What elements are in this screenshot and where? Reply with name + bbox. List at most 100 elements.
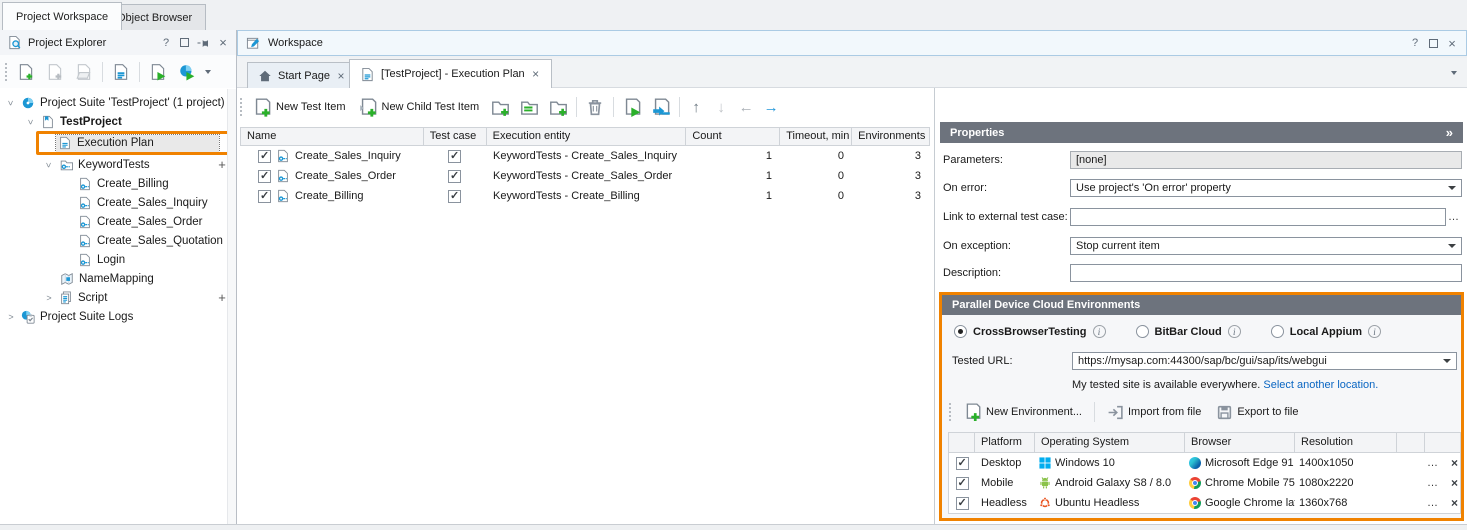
- chevron-down-icon[interactable]: [26, 117, 36, 127]
- move-up-button[interactable]: ↑: [687, 99, 705, 116]
- move-right-button[interactable]: →: [762, 99, 780, 116]
- environment-checkbox[interactable]: [956, 457, 969, 470]
- maximize-icon[interactable]: [180, 38, 189, 47]
- close-icon[interactable]: [1446, 36, 1458, 51]
- test-case-checkbox[interactable]: [448, 150, 461, 163]
- column-header-count[interactable]: Count: [686, 128, 780, 145]
- toolbar-grip[interactable]: [949, 403, 952, 421]
- help-icon[interactable]: [160, 37, 172, 49]
- radio-local-appium[interactable]: Local Appium: [1271, 325, 1381, 338]
- column-header-operating-system[interactable]: Operating System: [1035, 433, 1185, 452]
- maximize-icon[interactable]: [1429, 39, 1438, 48]
- column-header-platform[interactable]: Platform: [975, 433, 1035, 452]
- radio-icon[interactable]: [954, 325, 967, 338]
- table-row[interactable]: Create_Sales_Inquiry KeywordTests - Crea…: [240, 146, 930, 166]
- chevron-right-icon[interactable]: [44, 293, 54, 303]
- toolbar-grip[interactable]: [240, 98, 243, 116]
- run-options-caret-icon[interactable]: [205, 70, 211, 74]
- info-icon[interactable]: [1228, 325, 1241, 338]
- import-from-file-button[interactable]: Import from file: [1104, 402, 1204, 423]
- radio-crossbrowsertesting[interactable]: CrossBrowserTesting: [954, 325, 1106, 338]
- new-group-button[interactable]: [489, 96, 511, 118]
- new-group-from-selected-button[interactable]: [547, 96, 569, 118]
- parameters-field[interactable]: [none]: [1070, 151, 1462, 169]
- row-menu-button[interactable]: [1427, 477, 1439, 489]
- row-checkbox[interactable]: [258, 150, 271, 163]
- collapse-panel-icon[interactable]: [1446, 125, 1453, 140]
- column-header-execution-entity[interactable]: Execution entity: [487, 128, 687, 145]
- on-exception-dropdown[interactable]: Stop current item: [1070, 237, 1462, 255]
- panel-splitter[interactable]: [934, 88, 935, 524]
- new-environment-button[interactable]: New Environment...: [961, 401, 1085, 423]
- tree-item-execution-plan[interactable]: Execution Plan: [0, 131, 236, 155]
- test-case-checkbox[interactable]: [448, 190, 461, 203]
- new-child-test-item-button[interactable]: New Child Test Item: [356, 96, 483, 119]
- row-checkbox[interactable]: [258, 190, 271, 203]
- add-existing-item-button-disabled[interactable]: [73, 61, 95, 83]
- tested-url-combobox[interactable]: https://mysap.com:44300/sap/bc/gui/sap/i…: [1072, 352, 1457, 370]
- select-location-link[interactable]: Select another location.: [1263, 379, 1378, 391]
- radio-bitbar-cloud[interactable]: BitBar Cloud: [1136, 325, 1241, 338]
- column-header-name[interactable]: Name: [241, 128, 424, 145]
- tab-list-caret-icon[interactable]: [1451, 71, 1457, 75]
- column-header-timeout[interactable]: Timeout, min: [780, 128, 852, 145]
- tree-item-testproject[interactable]: TestProject: [0, 112, 236, 131]
- on-error-dropdown[interactable]: Use project's 'On error' property: [1070, 179, 1462, 197]
- run-project-suite-button[interactable]: [176, 61, 198, 83]
- tab-project-workspace[interactable]: Project Workspace: [2, 2, 122, 30]
- export-to-file-button[interactable]: Export to file: [1213, 402, 1301, 423]
- tab-execution-plan-document[interactable]: [TestProject] - Execution Plan: [349, 59, 552, 88]
- add-tests-button[interactable]: [518, 96, 540, 118]
- organize-execution-plan-button[interactable]: [110, 61, 132, 83]
- move-left-button[interactable]: ←: [737, 99, 755, 116]
- column-header-environments[interactable]: Environments: [852, 128, 929, 145]
- remove-environment-button[interactable]: [1451, 456, 1458, 470]
- remove-environment-button[interactable]: [1451, 496, 1458, 510]
- environment-row[interactable]: Headless Ubuntu Headless Google Chrome l…: [949, 493, 1460, 513]
- environment-checkbox[interactable]: [956, 497, 969, 510]
- delete-button[interactable]: [584, 96, 606, 118]
- column-header-resolution[interactable]: Resolution: [1295, 433, 1397, 452]
- row-checkbox[interactable]: [258, 170, 271, 183]
- tree-scrollbar[interactable]: [227, 89, 236, 524]
- row-menu-button[interactable]: [1427, 457, 1439, 469]
- tree-item-create-sales-order[interactable]: Create_Sales_Order: [0, 212, 236, 231]
- run-project-button[interactable]: [147, 61, 169, 83]
- tree-item-create-sales-inquiry[interactable]: Create_Sales_Inquiry: [0, 193, 236, 212]
- chevron-down-icon[interactable]: [44, 160, 54, 170]
- table-row[interactable]: Create_Billing KeywordTests - Create_Bil…: [240, 186, 930, 206]
- tab-start-page[interactable]: Start Page: [247, 62, 357, 88]
- add-new-item-button-disabled[interactable]: [44, 61, 66, 83]
- environment-row[interactable]: Desktop Windows 10 Microsoft Edge 91 140…: [949, 453, 1460, 473]
- remove-environment-button[interactable]: [1451, 476, 1458, 490]
- close-icon[interactable]: [217, 35, 229, 50]
- new-test-item-button[interactable]: New Test Item: [250, 96, 349, 119]
- environment-row[interactable]: Mobile Android Galaxy S8 / 8.0 Chrome Mo…: [949, 473, 1460, 493]
- column-header-test-case[interactable]: Test case: [424, 128, 487, 145]
- row-menu-button[interactable]: [1427, 497, 1439, 509]
- browse-ellipsis-button[interactable]: [1446, 211, 1462, 223]
- info-icon[interactable]: [1093, 325, 1106, 338]
- tree-item-create-billing[interactable]: Create_Billing: [0, 174, 236, 193]
- pin-icon[interactable]: [197, 37, 209, 49]
- help-icon[interactable]: [1409, 37, 1421, 49]
- tree-item-script[interactable]: Script: [0, 288, 236, 307]
- tree-item-create-sales-quotation[interactable]: Create_Sales_Quotation: [0, 231, 236, 250]
- radio-icon[interactable]: [1271, 325, 1284, 338]
- close-tab-icon[interactable]: [531, 67, 541, 81]
- convert-to-test-button[interactable]: [650, 96, 672, 118]
- chevron-down-icon[interactable]: [6, 98, 16, 108]
- tree-item-project-suite-logs[interactable]: Project Suite Logs: [0, 307, 236, 326]
- info-icon[interactable]: [1368, 325, 1381, 338]
- tree-item-project-suite[interactable]: Project Suite 'TestProject' (1 project): [0, 93, 236, 112]
- toolbar-grip[interactable]: [5, 63, 8, 81]
- close-tab-icon[interactable]: [336, 69, 346, 83]
- external-test-case-input[interactable]: [1070, 208, 1446, 226]
- table-row[interactable]: Create_Sales_Order KeywordTests - Create…: [240, 166, 930, 186]
- tree-item-login[interactable]: Login: [0, 250, 236, 269]
- test-case-checkbox[interactable]: [448, 170, 461, 183]
- tree-item-namemapping[interactable]: NameMapping: [0, 269, 236, 288]
- radio-icon[interactable]: [1136, 325, 1149, 338]
- description-input[interactable]: [1070, 264, 1462, 282]
- tree-item-keywordtests[interactable]: KeywordTests: [0, 155, 236, 174]
